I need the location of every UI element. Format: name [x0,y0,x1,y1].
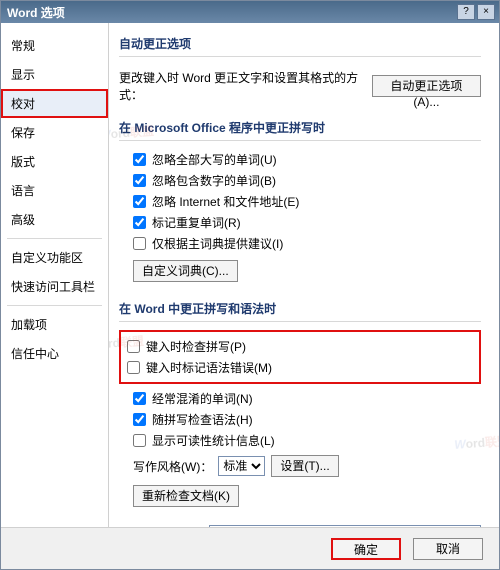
sidebar-item-save[interactable]: 保存 [1,118,108,147]
lbl-ignore-internet: 忽略 Internet 和文件地址(E) [152,193,299,210]
sidebar-item-trust[interactable]: 信任中心 [1,339,108,368]
sidebar-item-qat[interactable]: 快速访问工具栏 [1,272,108,301]
dialog-body: 常规 显示 校对 保存 版式 语言 高级 自定义功能区 快速访问工具栏 加载项 … [1,23,499,527]
close-button[interactable]: × [477,4,495,20]
lbl-main-dict-only: 仅根据主词典提供建议(I) [152,235,283,252]
writing-style-label: 写作风格(W)： [133,458,212,475]
ok-button[interactable]: 确定 [331,538,401,560]
sidebar-item-layout[interactable]: 版式 [1,147,108,176]
sidebar-item-addins[interactable]: 加载项 [1,310,108,339]
sidebar-separator [7,305,102,306]
autocorrect-options-button[interactable]: 自动更正选项(A)... [372,75,481,97]
main-panel: 自动更正选项 更改键入时 Word 更正文字和设置其格式的方式： 自动更正选项(… [109,23,499,527]
chk-mark-grammar-typing[interactable] [127,361,140,374]
autocorrect-label: 更改键入时 Word 更正文字和设置其格式的方式： [119,69,364,103]
writing-style-select[interactable]: 标准 [218,456,265,476]
chk-ignore-internet[interactable] [133,195,146,208]
scroll-area[interactable]: 自动更正选项 更改键入时 Word 更正文字和设置其格式的方式： 自动更正选项(… [109,23,499,527]
chk-confused-words[interactable] [133,392,146,405]
section-exceptions-header: 例外项(X)： 网站金字塔结构.docx [119,519,481,527]
chk-grammar-with-spelling[interactable] [133,413,146,426]
lbl-grammar-with-spelling: 随拼写检查语法(H) [152,411,253,428]
window-title: Word 选项 [7,4,455,21]
lbl-flag-repeat: 标记重复单词(R) [152,214,241,231]
lbl-confused-words: 经常混淆的单词(N) [152,390,253,407]
chk-ignore-numbers[interactable] [133,174,146,187]
exceptions-label: 例外项(X)： [119,527,183,528]
help-button[interactable]: ? [457,4,475,20]
lbl-ignore-numbers: 忽略包含数字的单词(B) [152,172,276,189]
titlebar: Word 选项 ? × [1,1,499,23]
chk-readability[interactable] [133,434,146,447]
section-autocorrect-header: 自动更正选项 [119,29,481,57]
chk-ignore-uppercase[interactable] [133,153,146,166]
recheck-document-button[interactable]: 重新检查文档(K) [133,485,239,507]
cancel-button[interactable]: 取消 [413,538,483,560]
section-office-spelling-header: 在 Microsoft Office 程序中更正拼写时 [119,113,481,141]
chk-main-dict-only[interactable] [133,237,146,250]
sidebar-separator [7,238,102,239]
chk-check-spelling-typing[interactable] [127,340,140,353]
lbl-mark-grammar-typing: 键入时标记语法错误(M) [146,359,272,376]
sidebar: 常规 显示 校对 保存 版式 语言 高级 自定义功能区 快速访问工具栏 加载项 … [1,23,109,527]
word-options-dialog: Word 选项 ? × 常规 显示 校对 保存 版式 语言 高级 自定义功能区 … [0,0,500,570]
lbl-check-spelling-typing: 键入时检查拼写(P) [146,338,246,355]
writing-style-settings-button[interactable]: 设置(T)... [271,455,338,477]
section-word-spelling-header: 在 Word 中更正拼写和语法时 [119,294,481,322]
lbl-readability: 显示可读性统计信息(L) [152,432,275,449]
lbl-ignore-uppercase: 忽略全部大写的单词(U) [152,151,277,168]
highlight-typing-checks: 键入时检查拼写(P) 键入时标记语法错误(M) [119,330,481,384]
sidebar-item-general[interactable]: 常规 [1,31,108,60]
sidebar-item-display[interactable]: 显示 [1,60,108,89]
sidebar-item-advanced[interactable]: 高级 [1,205,108,234]
exceptions-document-select[interactable]: 网站金字塔结构.docx [209,525,481,527]
sidebar-item-proofing[interactable]: 校对 [1,89,108,118]
sidebar-item-language[interactable]: 语言 [1,176,108,205]
sidebar-item-customize-ribbon[interactable]: 自定义功能区 [1,243,108,272]
dialog-footer: 确定 取消 [1,527,499,569]
chk-flag-repeat[interactable] [133,216,146,229]
custom-dictionaries-button[interactable]: 自定义词典(C)... [133,260,238,282]
